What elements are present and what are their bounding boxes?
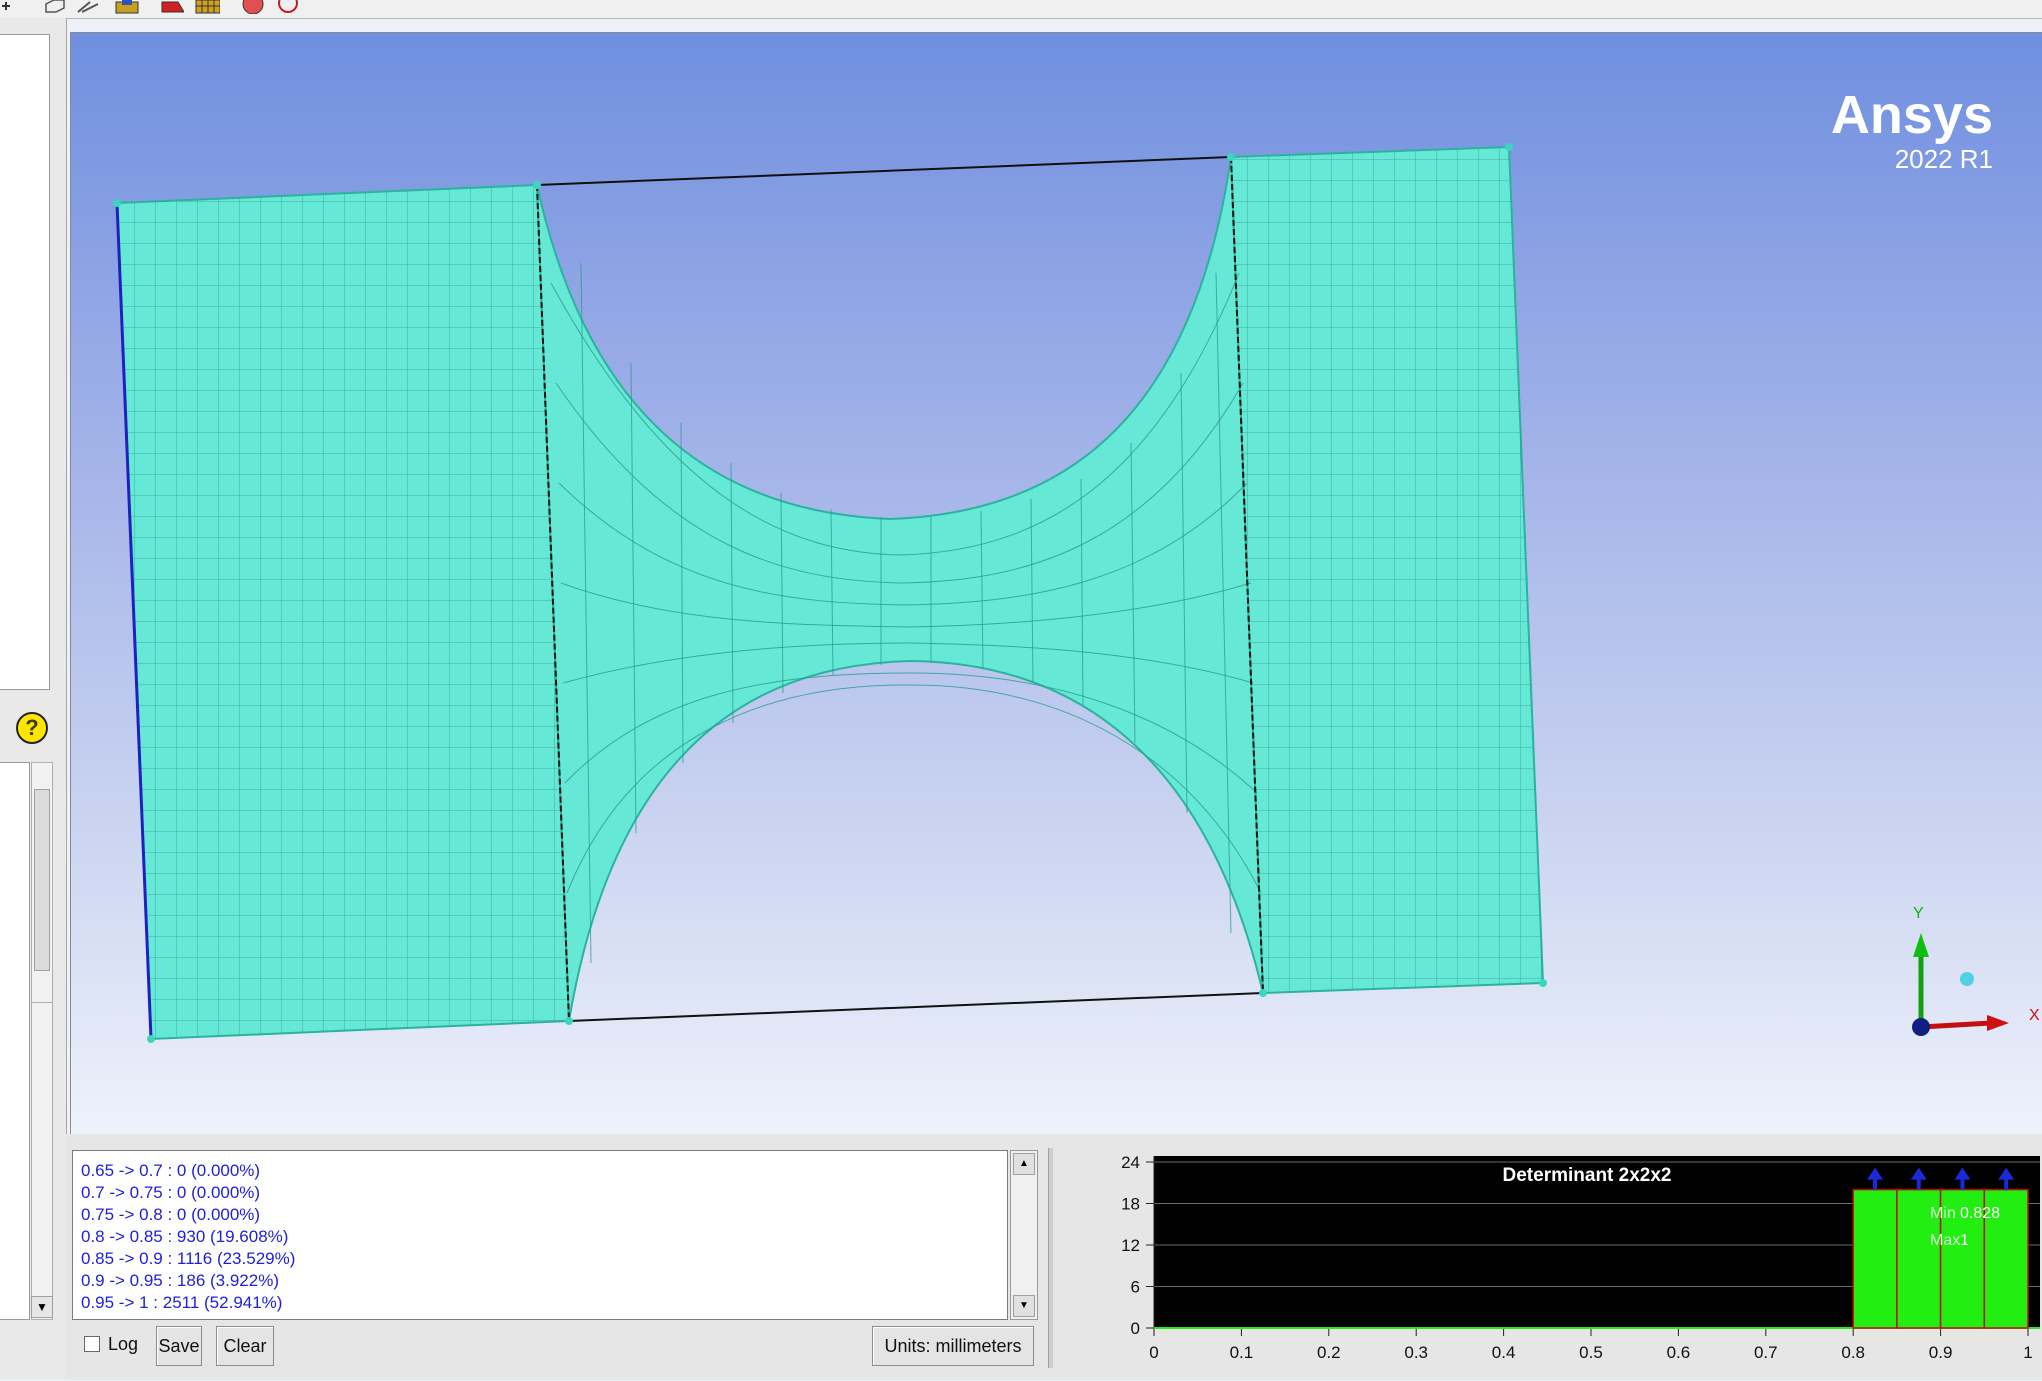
x-tick-label: 0.9 — [1929, 1343, 1953, 1362]
axis-y-label: Y — [1913, 905, 1924, 922]
brand-name: Ansys — [1830, 85, 1993, 145]
scroll-up-arrow-icon[interactable]: ▲ — [1013, 1153, 1035, 1175]
details-scrollbar[interactable] — [31, 762, 53, 1004]
toolbar — [0, 0, 2042, 19]
brand-logo: Ansys 2022 R1 — [1831, 85, 1993, 173]
x-tick-label: 0 — [1149, 1343, 1158, 1362]
scroll-down-arrow-icon[interactable]: ▼ — [31, 1296, 53, 1318]
edge-bottom — [568, 992, 1264, 1022]
histogram-svg: 0 6 12 18 24 0 0.1 0.2 0.3 0.4 0.5 0.6 0.7 0.8 0.9 1 Det… — [1121, 1153, 2040, 1362]
x-tick-label: 0.6 — [1667, 1343, 1691, 1362]
edge-top — [536, 156, 1232, 186]
max-value: 1 — [1960, 1232, 1969, 1249]
help-icon: ? — [16, 712, 48, 744]
log-checkbox-label: Log — [108, 1334, 139, 1354]
min-value: 0.828 — [1960, 1205, 2000, 1222]
log-scrollbar[interactable]: ▲ ▼ — [1010, 1150, 1038, 1320]
log-line: 0.65 -> 0.7 : 0 (0.000%) — [81, 1161, 261, 1180]
details-panel[interactable] — [0, 762, 30, 1320]
brand-version: 2022 R1 — [1894, 144, 1993, 174]
shape-red-icon[interactable] — [158, 0, 184, 14]
clear-button[interactable]: Clear — [216, 1326, 274, 1366]
mesh-right-block — [1229, 145, 1545, 995]
graphics-viewport[interactable]: Y X Ansys 2022 R1 — [70, 32, 2042, 1136]
mesh-left-block — [115, 183, 571, 1041]
pie-tool-icon[interactable] — [240, 0, 266, 14]
scroll-down-arrow-icon[interactable]: ▼ — [1013, 1295, 1035, 1317]
panel-divider[interactable] — [1048, 1148, 1053, 1368]
scrollbar-thumb[interactable] — [34, 789, 50, 971]
histogram-bar — [1852, 1188, 1898, 1329]
save-button[interactable]: Save — [156, 1326, 202, 1366]
log-output[interactable]: 0.65 -> 0.7 : 0 (0.000%) 0.7 -> 0.75 : 0… — [72, 1150, 1008, 1320]
y-tick-label: 18 — [1121, 1195, 1140, 1214]
mesh-view — [113, 143, 2009, 1043]
coordinate-triad — [1912, 933, 2009, 1036]
determinant-histogram: 0 6 12 18 24 0 0.1 0.2 0.3 0.4 0.5 0.6 0.7 0.8 0.9 1 Det… — [1060, 1146, 2040, 1376]
probe-tool-icon[interactable] — [274, 0, 300, 14]
solid-block-icon[interactable] — [114, 0, 140, 14]
x-tick-label: 0.3 — [1404, 1343, 1428, 1362]
log-line: 0.75 -> 0.8 : 0 (0.000%) — [81, 1205, 261, 1224]
y-tick-label: 0 — [1131, 1319, 1140, 1338]
log-checkbox[interactable] — [84, 1336, 100, 1352]
help-button[interactable]: ? — [16, 712, 48, 744]
x-tick-label: 0.8 — [1841, 1343, 1865, 1362]
wireframe-cube-icon[interactable] — [42, 0, 68, 14]
mesh-grid-icon[interactable] — [194, 0, 220, 14]
units-button[interactable]: Units: millimeters — [872, 1326, 1034, 1366]
cut-tool-icon[interactable] — [76, 0, 102, 14]
axis-x-label: X — [2029, 1007, 2040, 1024]
mesh-center-section — [536, 156, 1264, 1022]
x-tick-label: 0.4 — [1492, 1343, 1516, 1362]
x-tick-label: 0.1 — [1230, 1343, 1254, 1362]
log-controls: Log Save Clear Units: millimeters — [72, 1326, 1042, 1366]
toolbar-arrow-icon[interactable] — [0, 0, 26, 14]
x-tick-label: 0.7 — [1754, 1343, 1778, 1362]
log-line: 0.85 -> 0.9 : 1116 (23.529%) — [81, 1249, 296, 1268]
x-tick-label: 0.2 — [1317, 1343, 1341, 1362]
log-line: 0.7 -> 0.75 : 0 (0.000%) — [81, 1183, 261, 1202]
x-tick-label: 1 — [2023, 1343, 2032, 1362]
max-label: Max — [1930, 1232, 1960, 1249]
log-line: 0.9 -> 0.95 : 186 (3.922%) — [81, 1271, 279, 1290]
y-tick-label: 12 — [1121, 1236, 1140, 1255]
details-scrollbar-track[interactable] — [31, 1002, 53, 1320]
log-line: 0.8 -> 0.85 : 930 (19.608%) — [81, 1227, 289, 1246]
y-tick-label: 6 — [1131, 1278, 1140, 1297]
outline-tree[interactable] — [0, 34, 50, 690]
y-tick-label: 24 — [1121, 1153, 1140, 1172]
min-label: Min — [1930, 1205, 1956, 1222]
chart-title: Determinant 2x2x2 — [1503, 1165, 1672, 1186]
x-tick-label: 0.5 — [1579, 1343, 1603, 1362]
log-line: 0.95 -> 1 : 2511 (52.941%) — [81, 1293, 283, 1312]
